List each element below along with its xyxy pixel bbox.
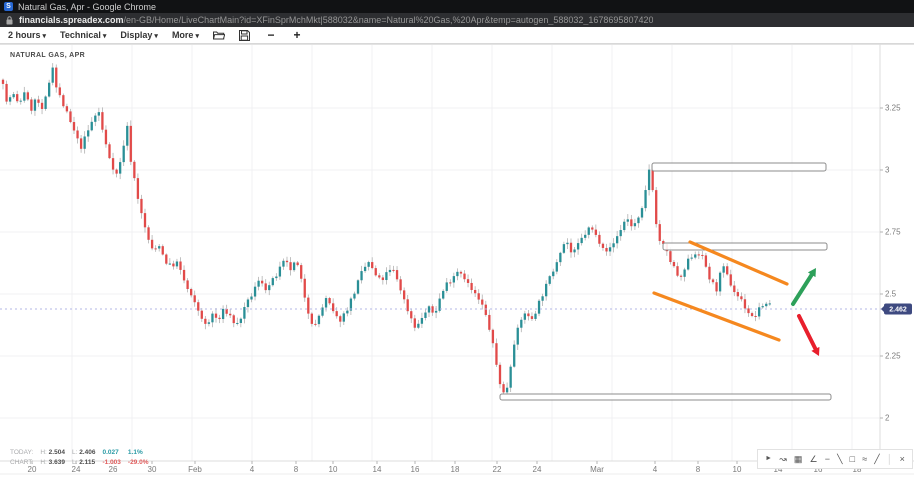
time-tick-label: 14 — [373, 465, 382, 474]
rectangle-icon[interactable]: □ — [850, 454, 855, 464]
time-tick-label: 24 — [533, 465, 542, 474]
url-text[interactable]: financials.spreadex.com/en-GB/Home/LiveC… — [19, 15, 653, 25]
trend-channel-line[interactable] — [654, 293, 779, 340]
chevron-down-icon: ▾ — [43, 33, 47, 40]
resistance-zone-rect[interactable] — [663, 243, 827, 250]
candles — [2, 63, 771, 394]
bearish-arrow[interactable] — [799, 316, 815, 349]
freehand-icon[interactable]: ↝ — [779, 454, 787, 464]
technical-dropdown[interactable]: Technical▾ — [60, 30, 106, 40]
time-tick-label: 4 — [250, 465, 255, 474]
drawing-tools-palette: ► ↝ ▦ ∠ − ╲ □ ≈ ╱ │ × — [757, 449, 913, 469]
candlestick-chart-canvas[interactable]: 3.2532.752.52.25220242630Feb481014161822… — [0, 44, 914, 480]
price-chart[interactable]: NATURAL GAS, APR 3.2532.752.52.252202426… — [0, 44, 914, 480]
grid-icon[interactable]: ▦ — [794, 454, 803, 464]
chart-toolbar: 2 hours▾ Technical▾ Display▾ More▾ − + — [0, 27, 914, 44]
open-folder-icon[interactable] — [213, 29, 225, 41]
trendline-icon[interactable]: ╲ — [837, 454, 842, 464]
resistance-zone-rect[interactable] — [500, 394, 831, 400]
save-icon[interactable] — [239, 29, 251, 41]
horizontal-line-icon[interactable]: − — [825, 454, 830, 464]
time-tick-label: 8 — [696, 465, 701, 474]
chart-symbol-label: NATURAL GAS, APR — [10, 52, 85, 59]
angle-trend-icon[interactable]: ∠ — [810, 454, 818, 464]
chevron-down-icon: ▾ — [103, 33, 107, 40]
price-tick-label: 3.25 — [885, 104, 901, 113]
price-tick-label: 2.25 — [885, 352, 901, 361]
resistance-zone-rect[interactable] — [652, 163, 826, 171]
more-dropdown[interactable]: More▾ — [172, 30, 199, 40]
interval-dropdown[interactable]: 2 hours▾ — [8, 30, 46, 40]
zoom-in-button[interactable]: + — [291, 29, 303, 41]
browser-title-bar: S Natural Gas, Apr - Google Chrome — [0, 0, 914, 13]
url-path: /en-GB/Home/LiveChartMain?id=XFinSprMchM… — [124, 15, 654, 25]
lock-icon[interactable] — [6, 16, 13, 25]
time-tick-label: 18 — [451, 465, 460, 474]
time-tick-label: Feb — [188, 465, 202, 474]
chevron-down-icon: ▾ — [154, 33, 158, 40]
legend-row-today: TODAY: H: 2.504 L: 2.406 0.027 1.1% — [10, 449, 154, 457]
price-tick-label: 3 — [885, 166, 890, 175]
time-tick-label: 22 — [493, 465, 502, 474]
time-tick-label: 8 — [294, 465, 299, 474]
pointer-icon[interactable]: ► — [765, 454, 772, 464]
time-tick-label: 10 — [733, 465, 742, 474]
bullish-arrow[interactable] — [793, 275, 812, 304]
close-icon[interactable]: × — [900, 454, 905, 464]
time-tick-label: 4 — [653, 465, 658, 474]
display-dropdown[interactable]: Display▾ — [120, 30, 158, 40]
zoom-out-button[interactable]: − — [265, 29, 277, 41]
legend-row-chart: CHART: H: 3.639 L: 2.115 -1.003 -29.0% — [10, 459, 154, 467]
current-price-text: 2.462 — [889, 307, 907, 314]
time-tick-label: 10 — [329, 465, 338, 474]
url-domain: financials.spreadex.com — [19, 15, 124, 25]
price-tick-label: 2 — [885, 414, 890, 423]
address-bar[interactable]: financials.spreadex.com/en-GB/Home/LiveC… — [0, 13, 914, 27]
ohlc-legend: TODAY: H: 2.504 L: 2.406 0.027 1.1% CHAR… — [8, 447, 156, 469]
ray-icon[interactable]: ╱ — [874, 454, 879, 464]
time-tick-label: 16 — [411, 465, 420, 474]
site-favicon: S — [4, 2, 13, 11]
time-tick-label: Mar — [590, 465, 604, 474]
text-label-icon[interactable]: ≈ — [862, 454, 867, 464]
chevron-down-icon: ▾ — [195, 33, 199, 40]
toolbar-separator: │ — [887, 454, 893, 464]
price-tick-label: 2.5 — [885, 290, 897, 299]
price-tick-label: 2.75 — [885, 228, 901, 237]
window-title: Natural Gas, Apr - Google Chrome — [18, 2, 156, 12]
